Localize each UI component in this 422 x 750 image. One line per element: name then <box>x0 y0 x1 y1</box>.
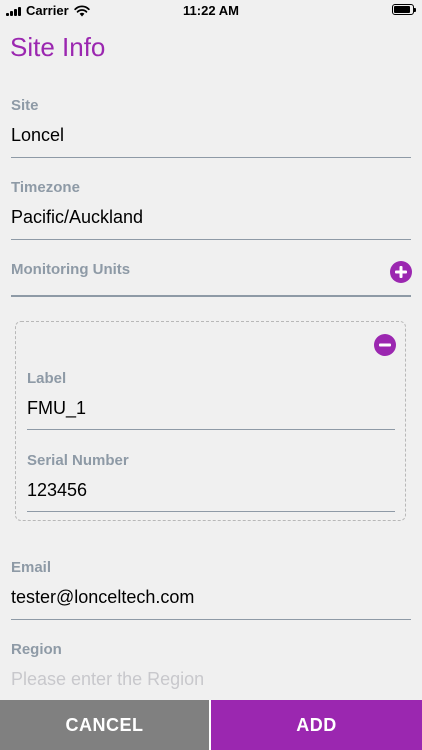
timezone-field[interactable]: Timezone Pacific/Auckland <box>11 178 411 240</box>
status-time: 11:22 AM <box>183 3 239 18</box>
site-label: Site <box>11 97 39 114</box>
email-field[interactable]: Email tester@lonceltech.com <box>11 558 411 620</box>
email-input[interactable]: tester@lonceltech.com <box>11 587 194 608</box>
unit-label-field[interactable]: Label FMU_1 <box>27 369 395 430</box>
add-unit-button[interactable] <box>390 261 412 283</box>
site-input[interactable]: Loncel <box>11 125 64 146</box>
plus-icon <box>395 266 407 278</box>
region-input[interactable]: Please enter the Region <box>11 669 204 690</box>
add-button[interactable]: ADD <box>211 700 422 750</box>
site-field[interactable]: Site Loncel <box>11 96 411 158</box>
region-label: Region <box>11 641 62 658</box>
monitoring-unit-card: Label FMU_1 Serial Number 123456 <box>15 321 406 521</box>
region-field[interactable]: Region Please enter the Region <box>11 640 411 701</box>
monitoring-units-header: Monitoring Units <box>11 260 412 297</box>
cancel-button[interactable]: CANCEL <box>0 700 209 750</box>
monitoring-units-label: Monitoring Units <box>11 261 131 278</box>
page-title: Site Info <box>10 32 106 62</box>
timezone-input[interactable]: Pacific/Auckland <box>11 207 143 228</box>
serial-number-label: Serial Number <box>27 452 129 469</box>
remove-unit-button[interactable] <box>374 334 396 356</box>
status-bar: Carrier 11:22 AM <box>0 0 422 22</box>
action-bar: CANCEL ADD <box>0 700 422 750</box>
serial-number-input[interactable]: 123456 <box>27 480 87 501</box>
unit-label-input[interactable]: FMU_1 <box>27 398 86 419</box>
minus-icon <box>379 343 391 347</box>
status-bar-right <box>392 4 416 15</box>
unit-label-label: Label <box>27 370 67 387</box>
timezone-label: Timezone <box>11 179 80 196</box>
battery-icon <box>392 4 416 15</box>
email-label: Email <box>11 559 52 576</box>
serial-number-field[interactable]: Serial Number 123456 <box>27 451 395 512</box>
